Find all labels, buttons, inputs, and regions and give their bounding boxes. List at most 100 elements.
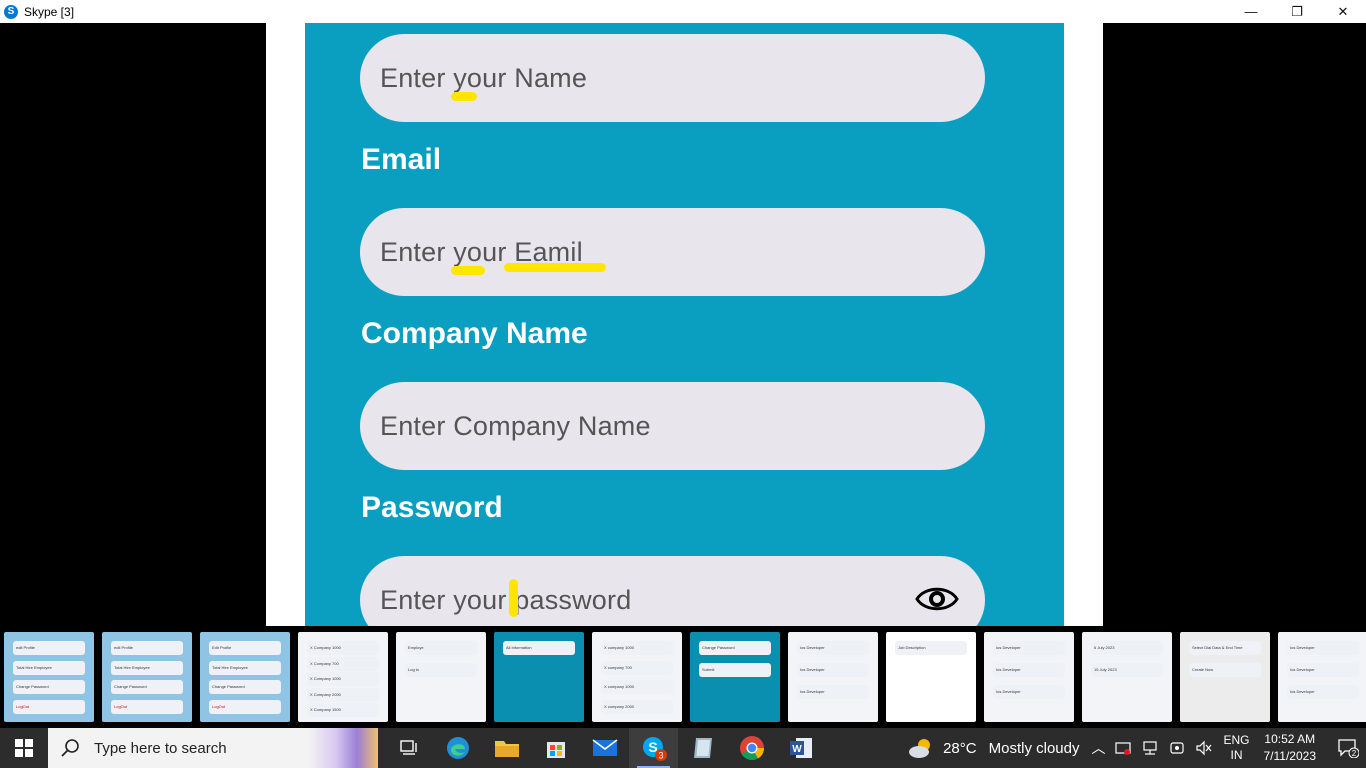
email-input[interactable]: Enter your Eamil [360,208,985,296]
notification-center-button[interactable]: 2 [1330,728,1366,768]
start-button[interactable] [0,728,48,768]
thumbnail-row: Submit [699,663,771,677]
thumbnail-row: LogOut [13,699,85,714]
thumbnail-item[interactable]: Change Password Submit [690,632,780,722]
thumbnail-item[interactable]: 6 July 2023 15 July 2023 [1082,632,1172,722]
thumbnail-content: Ios Developer Ios Developer Ios Developer [989,637,1069,717]
chrome-icon [739,736,764,761]
window-title: Skype [3] [24,4,75,19]
close-button[interactable]: ✕ [1320,0,1366,23]
password-input[interactable]: Enter your password [360,556,985,626]
name-input[interactable]: Enter your Name [360,34,985,122]
svg-text:W: W [792,744,802,755]
thumbnail-content: Change Password Submit [695,637,775,717]
highlight-mark [451,92,477,101]
thumbnail-row: Ios Developer [797,641,869,655]
thumbnail-row: All Information [503,641,575,655]
thumbnail-row: Select Dial Data & End Time [1189,641,1261,655]
thumbnail-content: Job Description [891,637,971,717]
thumbnail-row: 6 July 2023 [1091,641,1163,655]
signup-form-screen: Enter your Name Email Enter your Eamil C… [305,23,1064,626]
network-icon[interactable] [1141,740,1159,756]
thumbnail-row: edit Profile [111,641,183,655]
notification-count: 2 [1352,749,1357,758]
thumbnail-content: All Information [499,637,579,717]
window-titlebar: S Skype [3] — ❐ ✕ [0,0,1366,23]
weather-widget[interactable]: 28°C Mostly cloudy [907,737,1079,759]
thumbnail-item[interactable]: edit Profile Total Hire Employee Change Pa… [102,632,192,722]
thumbnail-item[interactable]: Job Description [886,632,976,722]
thumbnail-strip: edit Profile Total Hire Employee Change Pa… [0,626,1366,728]
taskbar-edge[interactable] [433,728,482,768]
thumbnail-row: X company 700 [601,660,673,675]
clock-time: 10:52 AM [1264,732,1316,746]
clock[interactable]: 10:52 AM 7/11/2023 [1264,731,1317,765]
taskbar-skype[interactable]: S 3 [629,728,678,768]
thumbnail-item[interactable]: All Information [494,632,584,722]
taskbar-chrome[interactable] [727,728,776,768]
thumbnail-content: 6 July 2023 15 July 2023 [1087,637,1167,717]
thumbnail-row: Create Now [1189,663,1261,677]
thumbnail-row: Log in [405,663,477,677]
skype-icon: S [4,4,18,19]
thumbnail-row: X company 2000 [601,699,673,714]
taskbar-search[interactable]: Type here to search [48,728,378,768]
company-name-input[interactable]: Enter Company Name [360,382,985,470]
search-placeholder: Type here to search [94,739,227,757]
weather-condition: Mostly cloudy [988,739,1080,757]
word-icon: W [789,738,812,758]
thumbnail-row: Edit Profile [209,641,281,655]
highlight-mark [451,266,485,275]
language-indicator[interactable]: ENG IN [1223,733,1249,763]
thumbnail-content: Ios Developer Ios Developer Ios Developer [793,637,873,717]
thumbnail-content: X Company 1000 X Company 700 X Company 100… [303,637,383,718]
network-alert-icon[interactable] [1115,740,1132,756]
meet-now-icon[interactable] [1169,740,1185,756]
thumbnail-row: Change Password [13,680,85,694]
window-controls: — ❐ ✕ [1228,0,1366,23]
chevron-up-icon[interactable]: ︿ [1091,738,1105,758]
task-view-button[interactable] [384,728,433,768]
taskbar-word[interactable]: W [776,728,825,768]
search-icon [61,739,79,757]
highlight-mark [509,579,518,617]
minimize-button[interactable]: — [1228,0,1274,23]
thumbnail-row: Change Password [699,641,771,655]
thumbnail-row: LogOut [111,699,183,714]
thumbnail-item[interactable]: Employe Log in [396,632,486,722]
skype-badge-count: 3 [658,751,663,761]
thumbnail-row: Ios Developer [1287,685,1359,699]
weather-temperature: 28°C [943,739,977,757]
taskbar-mail[interactable] [580,728,629,768]
volume-muted-icon[interactable] [1195,740,1213,756]
thumbnail-row: X Company 1000 [307,672,379,687]
thumbnail-content: Select Dial Data & End Time Create Now [1185,637,1265,717]
search-highlight-art [308,728,378,768]
eye-icon[interactable] [915,582,959,616]
thumbnail-item[interactable]: X company 1000 X company 700 X company 100… [592,632,682,722]
thumbnail-item[interactable]: X Company 1000 X Company 700 X Company 100… [298,632,388,722]
taskbar-file-explorer[interactable] [482,728,531,768]
maximize-button[interactable]: ❐ [1274,0,1320,23]
thumbnail-row: Ios Developer [1287,663,1359,677]
thumbnail-content: Ios Developer Ios Developer Ios Developer [1283,637,1363,717]
taskbar-sticky-app[interactable] [678,728,727,768]
thumbnail-row: Ios Developer [797,663,869,677]
image-viewer: Enter your Name Email Enter your Eamil C… [0,23,1366,626]
thumbnail-row: X Company 1000 [307,641,379,655]
thumbnail-item[interactable]: edit Profile Total Hire Employee Change Pa… [4,632,94,722]
image-frame: Enter your Name Email Enter your Eamil C… [266,23,1103,626]
thumbnail-item[interactable]: Ios Developer Ios Developer Ios Developer [788,632,878,722]
thumbnail-item[interactable]: Edit Profile Total Hire Employee Change Pa… [200,632,290,722]
thumbnail-row: X company 1000 [601,641,673,655]
region-code: IN [1230,748,1243,762]
store-icon [546,742,565,758]
thumbnail-item[interactable]: Ios Developer Ios Developer Ios Developer [1278,632,1366,722]
taskbar-store[interactable] [531,728,580,768]
task-view-icon [399,740,417,755]
thumbnail-item[interactable]: Ios Developer Ios Developer Ios Developer [984,632,1074,722]
thumbnail-row: Total Hire Employee [111,660,183,675]
thumbnail-row: Job Description [895,641,967,655]
thumbnail-item[interactable]: Select Dial Data & End Time Create Now [1180,632,1270,722]
email-label: Email [361,143,442,176]
